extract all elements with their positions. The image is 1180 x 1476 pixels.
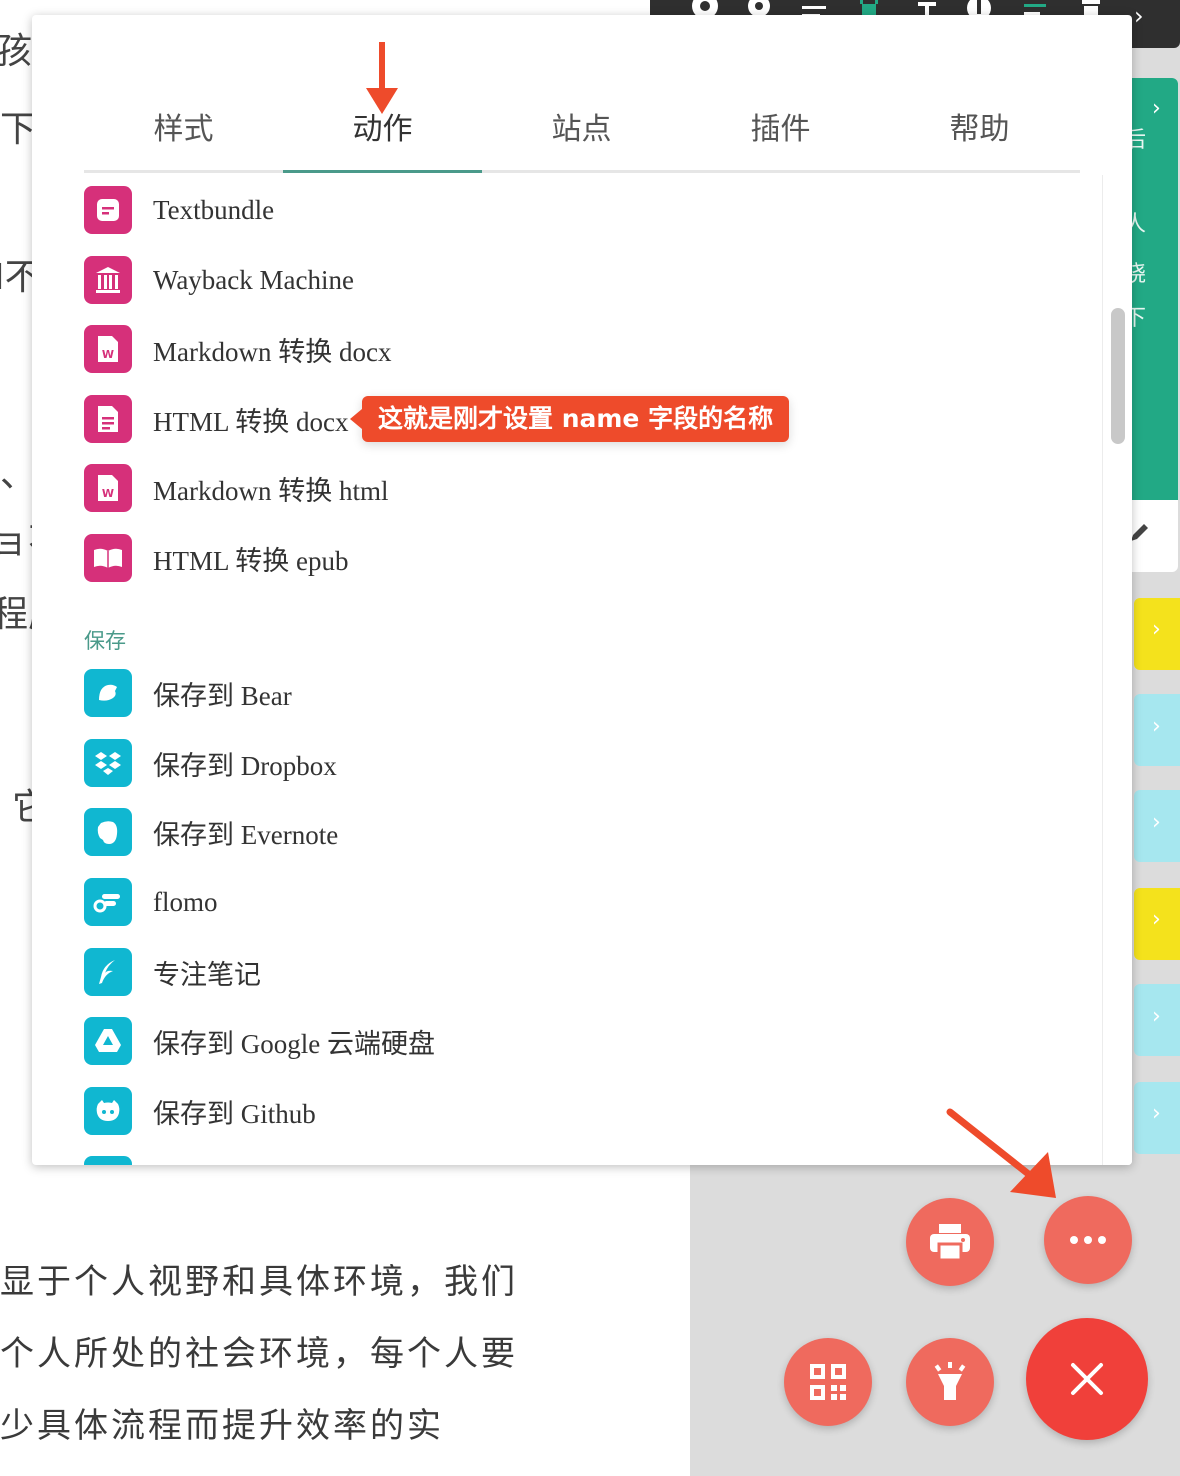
dropbox-icon [84, 739, 132, 787]
list-item-wayback-machine[interactable]: Wayback Machine [84, 255, 354, 305]
chevron-right-icon[interactable]: › [1152, 617, 1161, 642]
list-item-html-to-docx[interactable]: HTML 转换 docx [84, 394, 348, 444]
side-note-highlight: 后 人 晓 下 [1124, 78, 1178, 500]
github-icon [84, 1087, 132, 1135]
tab-actions[interactable]: 动作 [283, 107, 482, 173]
chevron-right-icon[interactable]: › [1152, 907, 1161, 932]
svg-text:W: W [102, 487, 114, 500]
scrollbar-thumb[interactable] [1111, 308, 1125, 444]
list-item-save-bear[interactable]: 保存到 Bear [84, 668, 292, 718]
tab-plugins[interactable]: 插件 [681, 107, 880, 173]
flashlight-button[interactable] [906, 1338, 994, 1426]
close-icon [1071, 1363, 1103, 1395]
feather-icon [84, 948, 132, 996]
article-fragment: 、 [0, 454, 37, 495]
chevron-right-icon[interactable]: › [1134, 2, 1144, 30]
article-line: 显于个人视野和具体环境，我们 [0, 1262, 518, 1302]
annotation-arrow-diagonal [946, 1108, 1056, 1198]
list-item-label: 保存到 Evernote [153, 819, 339, 850]
partial-item-icon [84, 1156, 132, 1165]
chevron-right-icon[interactable]: › [1152, 810, 1161, 835]
section-title-save: 保存 [84, 629, 126, 653]
list-item-save-google-drive[interactable]: 保存到 Google 云端硬盘 [84, 1016, 435, 1066]
list-item-flomo[interactable]: flomo [84, 877, 218, 927]
list-item-focus-note[interactable]: 专注笔记 [84, 947, 261, 997]
list-item-partial[interactable] [84, 1155, 132, 1165]
list-item-label: Markdown 转换 docx [153, 336, 392, 367]
print-button[interactable] [906, 1198, 994, 1286]
qrcode-button[interactable] [784, 1338, 872, 1426]
list-item-label: Textbundle [153, 194, 275, 225]
list-item-label: 保存到 Bear [153, 680, 292, 711]
list-item-label: 保存到 Dropbox [153, 750, 337, 781]
svg-text:W: W [102, 348, 114, 361]
annotation-arrow-down [366, 42, 398, 114]
annotation-callout: 这就是刚才设置 name 字段的名称 [349, 396, 790, 442]
qrcode-icon [810, 1364, 846, 1400]
list-item-label: 保存到 Github [153, 1098, 316, 1129]
article-line: 少具体流程而提升效率的实 [0, 1406, 444, 1446]
list-item-label: HTML 转换 epub [153, 545, 349, 576]
list-item-label: Wayback Machine [153, 264, 354, 295]
document-icon [84, 395, 132, 443]
action-list: Textbundle Wayback Machine W Markdown 转换… [32, 175, 1102, 1165]
flashlight-icon [934, 1362, 966, 1400]
close-button[interactable] [1026, 1318, 1148, 1440]
tab-style[interactable]: 样式 [84, 107, 283, 173]
chevron-right-icon[interactable]: › [1152, 714, 1161, 739]
actions-popup: 样式 动作 站点 插件 帮助 Textbundle Wayback Machin… [32, 15, 1132, 1165]
article-fragment: 下 [0, 109, 37, 150]
list-item-label: 专注笔记 [153, 959, 261, 990]
more-button[interactable] [1044, 1196, 1132, 1284]
chevron-right-icon[interactable]: › [1152, 96, 1161, 121]
bear-icon [84, 669, 132, 717]
flomo-icon [84, 878, 132, 926]
list-item-save-evernote[interactable]: 保存到 Evernote [84, 807, 338, 857]
open-book-icon [84, 534, 132, 582]
list-item-label: 保存到 Google 云端硬盘 [153, 1028, 435, 1059]
chevron-right-icon[interactable]: › [1152, 1004, 1161, 1029]
google-drive-icon [84, 1017, 132, 1065]
active-tab-indicator [283, 170, 482, 173]
list-item-save-github[interactable]: 保存到 Github [84, 1086, 316, 1136]
list-item-save-dropbox[interactable]: 保存到 Dropbox [84, 738, 337, 788]
evernote-icon [84, 808, 132, 856]
tab-help[interactable]: 帮助 [880, 107, 1079, 173]
list-item-label: flomo [153, 886, 218, 917]
list-item-textbundle[interactable]: Textbundle [84, 185, 274, 235]
word-doc-icon: W [84, 464, 132, 512]
tab-sites[interactable]: 站点 [482, 107, 681, 173]
list-item-md-to-html[interactable]: W Markdown 转换 html [84, 463, 389, 513]
archive-building-icon [84, 256, 132, 304]
list-item-label: Markdown 转换 html [153, 475, 389, 506]
popup-tabbar: 样式 动作 站点 插件 帮助 [84, 107, 1080, 173]
list-item-md-to-docx[interactable]: W Markdown 转换 docx [84, 324, 391, 374]
list-item-label: HTML 转换 docx [153, 406, 349, 437]
word-doc-icon: W [84, 325, 132, 373]
print-icon [930, 1224, 970, 1262]
article-line: 个人所处的社会环境，每个人要 [0, 1334, 518, 1374]
more-dots-icon [1070, 1236, 1106, 1244]
textbundle-icon [84, 186, 132, 234]
popup-scrollbar[interactable] [1102, 175, 1132, 1165]
list-item-html-to-epub[interactable]: HTML 转换 epub [84, 533, 348, 583]
chevron-right-icon[interactable]: › [1152, 1101, 1161, 1126]
